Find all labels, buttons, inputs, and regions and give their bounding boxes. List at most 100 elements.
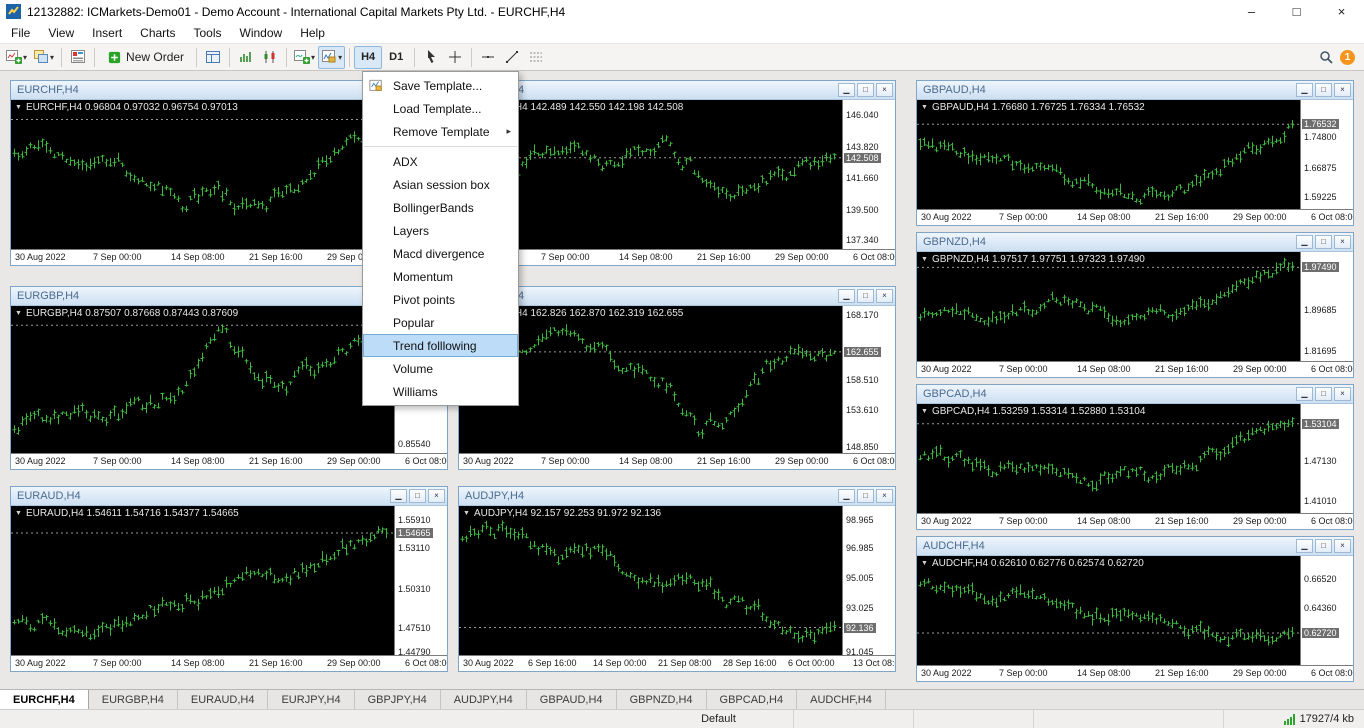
menu-item-adx[interactable]: ADX bbox=[363, 150, 518, 173]
candle-chart-mode-button[interactable] bbox=[258, 46, 282, 69]
menu-item-remove-template[interactable]: Remove Template▸ bbox=[363, 120, 518, 143]
window-minimize-button[interactable]: ▁ bbox=[1296, 235, 1313, 249]
profiles-button[interactable]: ▾ bbox=[30, 46, 57, 69]
crosshair-button[interactable] bbox=[443, 46, 467, 69]
menu-item-layers[interactable]: Layers bbox=[363, 219, 518, 242]
status-message-cell bbox=[0, 710, 644, 728]
chart-plot[interactable]: ▼GBPAUD,H4 1.76680 1.76725 1.76334 1.765… bbox=[917, 100, 1301, 210]
new-chart-button[interactable]: ▾ bbox=[3, 46, 30, 69]
menu-item-load-template[interactable]: Load Template... bbox=[363, 97, 518, 120]
window-close-button[interactable]: × bbox=[1334, 539, 1351, 553]
window-close-button[interactable]: × bbox=[1334, 387, 1351, 401]
tab-eurchf-h4[interactable]: EURCHF,H4 bbox=[0, 690, 89, 709]
menu-item-volume[interactable]: Volume bbox=[363, 357, 518, 380]
menu-insert[interactable]: Insert bbox=[83, 24, 131, 42]
window-minimize-button[interactable]: ▁ bbox=[1296, 539, 1313, 553]
chart-plot[interactable]: ▼GBPCAD,H4 1.53259 1.53314 1.52880 1.531… bbox=[917, 404, 1301, 514]
window-minimize-button[interactable]: ▁ bbox=[1296, 83, 1313, 97]
window-restore-button[interactable]: □ bbox=[409, 489, 426, 503]
window-close-button[interactable]: × bbox=[428, 489, 445, 503]
bar-chart-mode-button[interactable] bbox=[234, 46, 258, 69]
tab-gbpnzd-h4[interactable]: GBPNZD,H4 bbox=[617, 690, 707, 709]
window-minimize-button[interactable]: ▁ bbox=[838, 489, 855, 503]
window-restore-button[interactable]: □ bbox=[1315, 235, 1332, 249]
window-restore-button[interactable]: □ bbox=[1315, 83, 1332, 97]
window-restore-button[interactable]: □ bbox=[857, 83, 874, 97]
period-h4-button[interactable]: H4 bbox=[354, 46, 382, 69]
window-minimize-button[interactable]: – bbox=[1229, 0, 1274, 23]
bar-chart-icon bbox=[238, 49, 254, 65]
tab-eurgbp-h4[interactable]: EURGBP,H4 bbox=[89, 690, 178, 709]
chart-window-titlebar[interactable]: GBPCAD,H4▁□× bbox=[917, 385, 1353, 404]
market-watch-button[interactable] bbox=[66, 46, 90, 69]
menu-item-trend-folllowing[interactable]: Trend folllowing bbox=[363, 334, 518, 357]
templates-button[interactable]: ▾ bbox=[318, 46, 345, 69]
window-restore-button[interactable]: □ bbox=[1315, 539, 1332, 553]
window-close-button[interactable]: × bbox=[876, 83, 893, 97]
tab-eurjpy-h4[interactable]: EURJPY,H4 bbox=[268, 690, 354, 709]
chart-window-titlebar[interactable]: GBPJPY,H4▁□× bbox=[459, 287, 895, 306]
menu-item-momentum[interactable]: Momentum bbox=[363, 265, 518, 288]
chart-window-titlebar[interactable]: GBPAUD,H4▁□× bbox=[917, 81, 1353, 100]
chart-plot[interactable]: ▼GBPNZD,H4 1.97517 1.97751 1.97323 1.974… bbox=[917, 252, 1301, 362]
menu-charts[interactable]: Charts bbox=[131, 24, 184, 42]
window-maximize-button[interactable]: □ bbox=[1274, 0, 1319, 23]
chart-window-titlebar[interactable]: AUDJPY,H4▁□× bbox=[459, 487, 895, 506]
window-minimize-button[interactable]: ▁ bbox=[838, 289, 855, 303]
window-minimize-button[interactable]: ▁ bbox=[838, 83, 855, 97]
menu-item-williams[interactable]: Williams bbox=[363, 380, 518, 403]
window-restore-button[interactable]: □ bbox=[1315, 387, 1332, 401]
chart-window-titlebar[interactable]: EURAUD,H4▁□× bbox=[11, 487, 447, 506]
menu-item-macd-divergence[interactable]: Macd divergence bbox=[363, 242, 518, 265]
search-button[interactable] bbox=[1314, 46, 1338, 69]
window-close-button[interactable]: × bbox=[876, 489, 893, 503]
menu-window[interactable]: Window bbox=[231, 24, 292, 42]
window-close-button[interactable]: × bbox=[1334, 83, 1351, 97]
tab-audchf-h4[interactable]: AUDCHF,H4 bbox=[797, 690, 886, 709]
menu-file[interactable]: File bbox=[2, 24, 39, 42]
fibonacci-button[interactable] bbox=[524, 46, 548, 69]
indicators-button[interactable]: ▾ bbox=[291, 46, 318, 69]
terminal-button[interactable] bbox=[201, 46, 225, 69]
window-close-button[interactable]: × bbox=[1319, 0, 1364, 23]
window-close-button[interactable]: × bbox=[876, 289, 893, 303]
price-bars-svg bbox=[917, 404, 1301, 514]
chart-plot[interactable]: ▼EURGBP,H4 0.87507 0.87668 0.87443 0.876… bbox=[11, 306, 395, 454]
horizontal-line-button[interactable] bbox=[476, 46, 500, 69]
period-d1-button[interactable]: D1 bbox=[382, 46, 410, 69]
tab-gbpjpy-h4[interactable]: GBPJPY,H4 bbox=[355, 690, 441, 709]
window-close-button[interactable]: × bbox=[1334, 235, 1351, 249]
chart-plot[interactable]: ▼AUDCHF,H4 0.62610 0.62776 0.62574 0.627… bbox=[917, 556, 1301, 666]
cursor-button[interactable] bbox=[419, 46, 443, 69]
menu-view[interactable]: View bbox=[39, 24, 83, 42]
trendline-button[interactable] bbox=[500, 46, 524, 69]
tab-audjpy-h4[interactable]: AUDJPY,H4 bbox=[441, 690, 527, 709]
indicators-icon bbox=[294, 49, 310, 65]
status-profile[interactable]: Default bbox=[644, 710, 794, 728]
menu-item-save-template[interactable]: Save Template... bbox=[363, 74, 518, 97]
tab-euraud-h4[interactable]: EURAUD,H4 bbox=[178, 690, 269, 709]
menu-help[interactable]: Help bbox=[291, 24, 334, 42]
save-template-glyph bbox=[369, 79, 383, 93]
window-restore-button[interactable]: □ bbox=[857, 489, 874, 503]
chart-window-titlebar[interactable]: GBPNZD,H4▁□× bbox=[917, 233, 1353, 252]
new-order-button[interactable]: New Order bbox=[99, 46, 192, 69]
menu-item-pivot-points[interactable]: Pivot points bbox=[363, 288, 518, 311]
menu-item-bollingerbands[interactable]: BollingerBands bbox=[363, 196, 518, 219]
chart-context-arrow-icon: ▼ bbox=[921, 104, 928, 111]
notification-badge[interactable]: 1 bbox=[1340, 50, 1355, 65]
chart-plot[interactable]: ▼AUDJPY,H4 92.157 92.253 91.972 92.136 bbox=[459, 506, 843, 656]
chart-window-titlebar[interactable]: EURJPY,H4▁□× bbox=[459, 81, 895, 100]
menu-item-popular[interactable]: Popular bbox=[363, 311, 518, 334]
chart-plot[interactable]: ▼EURCHF,H4 0.96804 0.97032 0.96754 0.970… bbox=[11, 100, 395, 250]
price-label: 1.50310 bbox=[398, 584, 431, 594]
window-restore-button[interactable]: □ bbox=[857, 289, 874, 303]
menu-tools[interactable]: Tools bbox=[185, 24, 231, 42]
window-minimize-button[interactable]: ▁ bbox=[1296, 387, 1313, 401]
menu-item-asian-session-box[interactable]: Asian session box bbox=[363, 173, 518, 196]
chart-window-titlebar[interactable]: AUDCHF,H4▁□× bbox=[917, 537, 1353, 556]
window-minimize-button[interactable]: ▁ bbox=[390, 489, 407, 503]
chart-plot[interactable]: ▼EURAUD,H4 1.54611 1.54716 1.54377 1.546… bbox=[11, 506, 395, 656]
tab-gbpaud-h4[interactable]: GBPAUD,H4 bbox=[527, 690, 617, 709]
tab-gbpcad-h4[interactable]: GBPCAD,H4 bbox=[707, 690, 798, 709]
